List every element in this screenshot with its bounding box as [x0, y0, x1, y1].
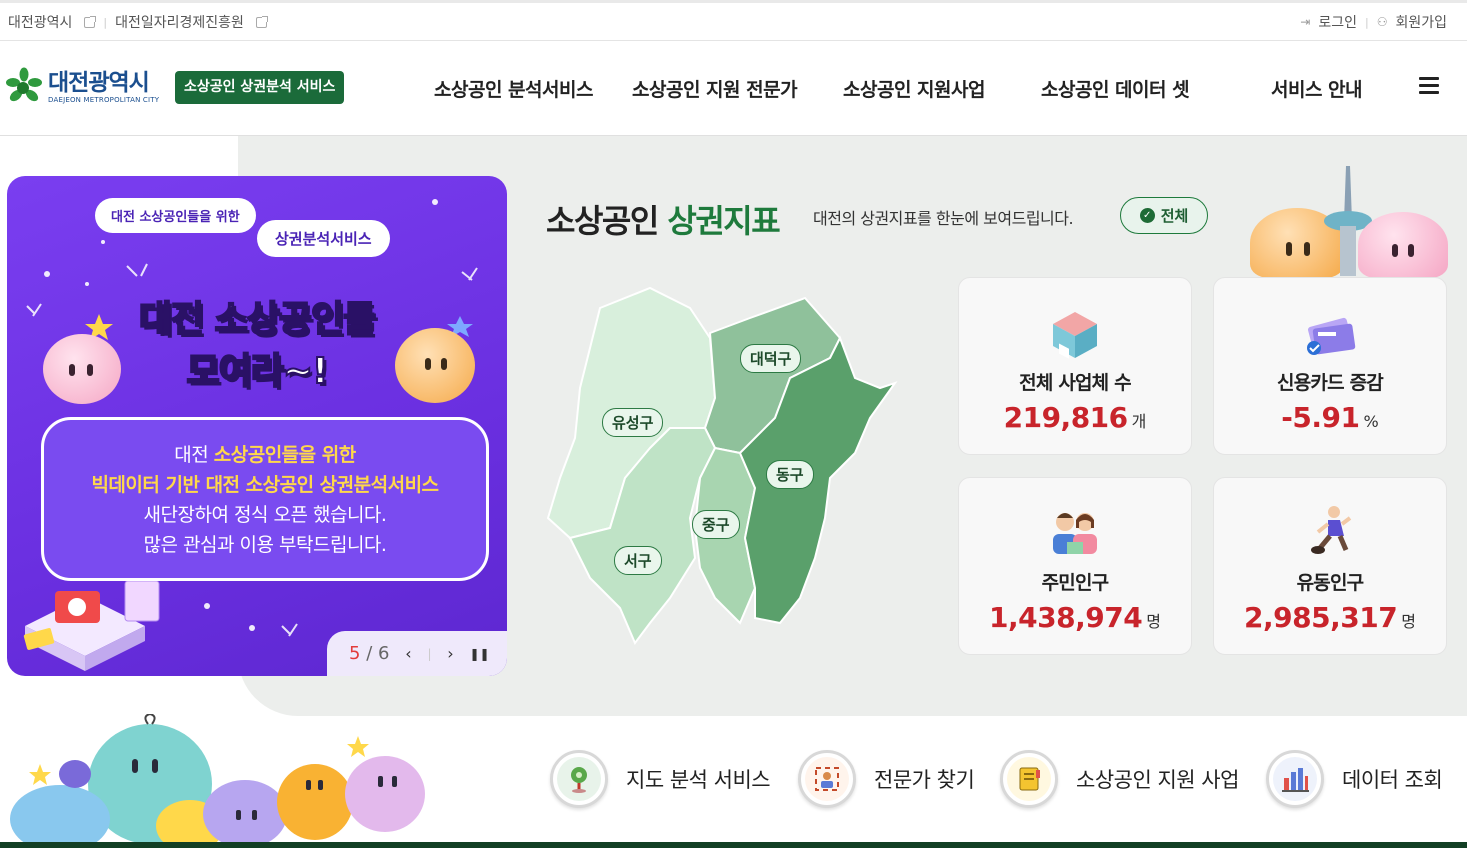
account-links: ⇥ 로그인 | ⚇ 회원가입 — [1300, 12, 1447, 32]
stat-label: 유동인구 — [1296, 572, 1365, 594]
stat-card-residents[interactable]: 주민인구 1,438,974 명 — [958, 477, 1192, 655]
message-line4: 많은 관심과 이용 부탁드립니다. — [143, 534, 387, 556]
stat-unit: 개 — [1131, 412, 1147, 431]
pink-mascot-icon — [1358, 212, 1448, 278]
indicator-title-prefix: 소상공인 — [546, 202, 668, 240]
message-line1-prefix: 대전 — [174, 444, 214, 466]
nav-dataset[interactable]: 소상공인 데이터 셋 — [1041, 75, 1190, 102]
pager-separator: / — [366, 643, 373, 664]
filter-label: 전체 — [1160, 207, 1189, 225]
prev-slide-chevron-icon[interactable]: ‹ — [399, 644, 417, 663]
stat-card-floating-population[interactable]: 유동인구 2,985,317 명 — [1213, 477, 1447, 655]
banner-message-box: 대전 소상공인들을 위한 빅데이터 기반 대전 소상공인 상권분석서비스 새단장… — [41, 417, 489, 581]
speech-bubble-service: 상권분석서비스 — [257, 220, 390, 257]
quick-link-label: 지도 분석 서비스 — [626, 768, 771, 792]
pager-current: 5 — [349, 643, 361, 664]
district-label-dong[interactable]: 동구 — [766, 460, 814, 489]
indicator-title-highlight: 상권지표 — [667, 202, 780, 240]
login-icon: ⇥ — [1300, 15, 1311, 29]
service-badge[interactable]: 소상공인 상권분석 서비스 — [175, 71, 345, 104]
stat-value: 219,816 — [1003, 401, 1129, 434]
district-label-daedeok[interactable]: 대덕구 — [740, 344, 802, 373]
stat-unit: % — [1363, 412, 1379, 431]
quick-link-label: 데이터 조회 — [1342, 768, 1443, 792]
nav-support-program[interactable]: 소상공인 지원사업 — [843, 75, 985, 102]
promo-banner[interactable]: 대전 소상공인들을 위한 상권분석서비스 대전 소상공인들 모여라~! 대전 소… — [7, 176, 507, 676]
stat-label: 주민인구 — [1041, 572, 1110, 594]
residents-icon — [1045, 502, 1105, 562]
stat-value: 1,438,974 — [989, 601, 1143, 634]
orange-mascot-icon — [395, 328, 475, 403]
stat-label: 신용카드 증감 — [1277, 372, 1384, 394]
indicator-subtitle: 대전의 상권지표를 한눈에 보여드립니다. — [813, 209, 1074, 228]
next-slide-chevron-icon[interactable]: › — [442, 644, 460, 663]
nav-analysis-service[interactable]: 소상공인 분석서비스 — [434, 75, 593, 102]
pager-total: 6 — [378, 643, 390, 664]
daejeon-symbol-icon — [6, 67, 42, 106]
daejeon-district-map: 대덕구 유성구 동구 중구 서구 — [540, 278, 900, 648]
indicator-title: 소상공인 상권지표 — [546, 196, 781, 242]
district-map-shapes — [546, 286, 898, 645]
divider: | — [427, 646, 432, 661]
banner-pager: 5 / 6 ‹ | › ❚❚ — [327, 631, 507, 676]
quick-link-map-analysis[interactable]: 지도 분석 서비스 — [550, 750, 771, 808]
site-header: 대전광역시 DAEJEON METROPOLITAN CITY 소상공인 상권분… — [0, 41, 1467, 136]
check-icon: ✓ — [1139, 208, 1155, 223]
stat-label: 전체 사업체 수 — [1019, 372, 1132, 394]
floating-population-icon — [1300, 502, 1360, 562]
mascot-group-icon — [10, 714, 425, 844]
family-site-links: 대전광역시 | 대전일자리경제진흥원 — [8, 12, 268, 32]
external-link-icon — [84, 15, 97, 28]
stat-unit: 명 — [1401, 612, 1416, 631]
stat-value: -5.91 — [1281, 401, 1360, 434]
divider: | — [1364, 15, 1369, 29]
bar-chart-icon — [1273, 757, 1317, 801]
message-line3: 새단장하여 정식 오픈 했습니다. — [143, 504, 387, 526]
pink-mascot-icon — [43, 334, 121, 404]
quick-link-label: 소상공인 지원 사업 — [1076, 768, 1239, 792]
credit-card-icon — [1300, 302, 1360, 362]
message-line2: 빅데이터 기반 대전 소상공인 상권분석서비스 — [91, 474, 439, 496]
district-label-jung[interactable]: 중구 — [692, 510, 740, 539]
stat-card-credit-card[interactable]: 신용카드 증감 -5.91% — [1213, 277, 1447, 455]
expert-icon — [805, 757, 849, 801]
nav-support-expert[interactable]: 소상공인 지원 전문가 — [632, 75, 798, 102]
footer-edge — [0, 842, 1467, 848]
stat-card-businesses[interactable]: 전체 사업체 수 219,816 개 — [958, 277, 1192, 455]
stat-value: 2,985,317 — [1244, 601, 1398, 634]
support-book-icon — [1007, 757, 1051, 801]
quick-link-support-program[interactable]: 소상공인 지원 사업 — [1000, 750, 1239, 808]
quick-link-find-expert[interactable]: 전문가 찾기 — [798, 750, 975, 808]
jobs-agency-link[interactable]: 대전일자리경제진흥원 — [115, 12, 244, 32]
speech-bubble-target: 대전 소상공인들을 위한 — [95, 198, 256, 233]
divider: | — [103, 15, 108, 29]
stat-unit: 명 — [1146, 612, 1161, 631]
pause-icon[interactable]: ❚❚ — [470, 647, 490, 661]
store-icon — [1045, 302, 1105, 362]
logo-korean-text: 대전광역시 — [48, 70, 150, 96]
message-line1-highlight: 소상공인들을 위한 — [213, 444, 356, 466]
logo-english-text: DAEJEON METROPOLITAN CITY — [48, 96, 160, 104]
signup-icon: ⚇ — [1376, 15, 1388, 29]
quick-link-label: 전문가 찾기 — [874, 768, 975, 792]
map-pin-icon — [557, 757, 601, 801]
district-filter-all[interactable]: ✓ 전체 — [1120, 197, 1208, 234]
external-link-icon — [255, 15, 268, 28]
daejeon-city-link[interactable]: 대전광역시 — [8, 12, 72, 32]
login-link[interactable]: 로그인 — [1318, 12, 1357, 32]
hamburger-menu-icon[interactable] — [1419, 77, 1439, 94]
signup-link[interactable]: 회원가입 — [1395, 12, 1447, 32]
nav-service-guide[interactable]: 서비스 안내 — [1271, 75, 1363, 102]
utility-bar: 대전광역시 | 대전일자리경제진흥원 ⇥ 로그인 | ⚇ 회원가입 — [0, 0, 1467, 41]
district-label-seo[interactable]: 서구 — [614, 546, 662, 575]
daejeon-logo[interactable]: 대전광역시 DAEJEON METROPOLITAN CITY — [6, 67, 160, 106]
district-label-yuseong[interactable]: 유성구 — [602, 408, 664, 437]
quick-link-data-lookup[interactable]: 데이터 조회 — [1266, 750, 1443, 808]
